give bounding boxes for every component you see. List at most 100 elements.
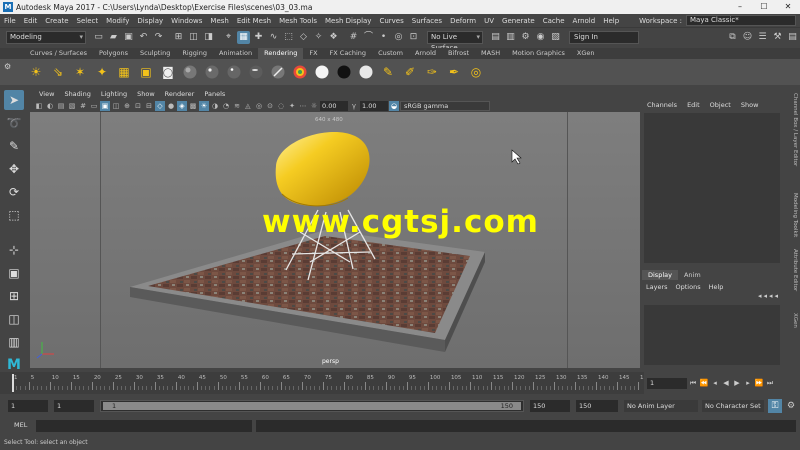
- shelf-tab-animation[interactable]: Animation: [213, 48, 258, 59]
- menu-windows[interactable]: Windows: [167, 17, 206, 25]
- tool-settings-icon[interactable]: ⚒: [771, 31, 784, 44]
- textured-icon[interactable]: ▩: [188, 101, 198, 111]
- material-phong-icon[interactable]: [226, 64, 242, 80]
- menu-mesh-tools[interactable]: Mesh Tools: [275, 17, 321, 25]
- ipr-render-icon[interactable]: ✑: [424, 64, 440, 80]
- menu-deform[interactable]: Deform: [446, 17, 480, 25]
- move-tool-icon[interactable]: ✥: [4, 159, 24, 179]
- material-black-icon[interactable]: [336, 64, 352, 80]
- shelf-tab-bifrost[interactable]: Bifrost: [442, 48, 475, 59]
- menu-mesh[interactable]: Mesh: [206, 17, 232, 25]
- go-to-start-icon[interactable]: ⏮: [688, 378, 698, 389]
- shadows-icon[interactable]: ◑: [210, 101, 220, 111]
- panel-menu-renderer[interactable]: Renderer: [160, 90, 200, 98]
- snap-grid-icon[interactable]: #: [347, 31, 360, 44]
- channel-menu-object[interactable]: Object: [705, 101, 736, 109]
- shelf-tab-fx-caching[interactable]: FX Caching: [324, 48, 373, 59]
- snap-surface-icon[interactable]: ⊡: [407, 31, 420, 44]
- menu-surfaces[interactable]: Surfaces: [408, 17, 446, 25]
- menuset-dropdown[interactable]: Modeling: [6, 31, 86, 44]
- animation-preferences-icon[interactable]: ⚙: [785, 399, 797, 413]
- time-slider[interactable]: 1 5 10 15 20 25 30 35 40 45 50 55 60 65 70 75 80 85 90 95 10…: [0, 372, 651, 394]
- image-plane-icon[interactable]: ▧: [67, 101, 77, 111]
- render-frame-icon[interactable]: ✐: [402, 64, 418, 80]
- safe-title-icon[interactable]: ⊟: [144, 101, 154, 111]
- material-lambert-icon[interactable]: [182, 64, 198, 80]
- quick-layout-four-icon[interactable]: ⊞: [4, 286, 24, 306]
- play-forwards-icon[interactable]: ▶: [732, 378, 742, 389]
- shelf-tab-custom[interactable]: Custom: [372, 48, 409, 59]
- channel-menu-edit[interactable]: Edit: [682, 101, 705, 109]
- scale-tool-icon[interactable]: ⬚: [4, 205, 24, 225]
- shelf-tab-rigging[interactable]: Rigging: [176, 48, 213, 59]
- playback-end-field[interactable]: 150: [530, 400, 570, 412]
- light-area-icon[interactable]: ▦: [116, 64, 132, 80]
- maximize-icon[interactable]: ☐: [752, 0, 776, 14]
- light-sun-icon[interactable]: ☀: [28, 64, 44, 80]
- motion-blur-icon[interactable]: ≋: [232, 101, 242, 111]
- channel-menu-show[interactable]: Show: [736, 101, 764, 109]
- shelf-tab-xgen[interactable]: XGen: [571, 48, 601, 59]
- select-object-icon[interactable]: ◫: [187, 31, 200, 44]
- material-blinn-icon[interactable]: [204, 64, 220, 80]
- close-icon[interactable]: ✕: [776, 0, 800, 14]
- ipr-icon[interactable]: ▥: [504, 31, 517, 44]
- move-layer-down-icon[interactable]: ◂: [763, 292, 767, 300]
- shelf-tab-arnold[interactable]: Arnold: [409, 48, 442, 59]
- snap-tool-icon[interactable]: ⊹: [4, 240, 24, 260]
- menu-edit-mesh[interactable]: Edit Mesh: [233, 17, 275, 25]
- modeling-toolkit-icon[interactable]: ⧉: [726, 31, 739, 44]
- menu-help[interactable]: Help: [599, 17, 623, 25]
- quick-layout-outliner-icon[interactable]: ▥: [4, 332, 24, 352]
- gamma-field[interactable]: 1.00: [360, 100, 388, 111]
- layer-list[interactable]: [644, 305, 780, 365]
- light-spot-icon[interactable]: ✦: [94, 64, 110, 80]
- bookmarks-icon[interactable]: ▤: [56, 101, 66, 111]
- shelf-tab-motion-graphics[interactable]: Motion Graphics: [506, 48, 571, 59]
- exposure-icon[interactable]: ☼: [309, 101, 319, 111]
- select-camera-icon[interactable]: ◧: [34, 101, 44, 111]
- screen-space-ao-icon[interactable]: ◔: [221, 101, 231, 111]
- safe-action-icon[interactable]: ⊡: [133, 101, 143, 111]
- xray-components-icon[interactable]: ⋯: [298, 101, 308, 111]
- xray-joints-icon[interactable]: ✦: [287, 101, 297, 111]
- menu-mesh-display[interactable]: Mesh Display: [321, 17, 375, 25]
- select-deformations-icon[interactable]: ◇: [297, 31, 310, 44]
- menu-arnold[interactable]: Arnold: [569, 17, 600, 25]
- step-forward-key-icon[interactable]: ⏩: [754, 378, 764, 389]
- select-curves-icon[interactable]: ∿: [267, 31, 280, 44]
- channel-menu-channels[interactable]: Channels: [642, 101, 682, 109]
- menu-curves[interactable]: Curves: [375, 17, 407, 25]
- time-slider-track[interactable]: 1 5 10 15 20 25 30 35 40 45 50 55 60 65 70 75 80 85 90 95 10…: [10, 374, 651, 392]
- menu-cache[interactable]: Cache: [539, 17, 569, 25]
- shelf-tab-rendering[interactable]: Rendering: [258, 48, 304, 59]
- mel-label[interactable]: MEL: [14, 421, 27, 429]
- select-surfaces-icon[interactable]: ⬚: [282, 31, 295, 44]
- new-layer-selected-icon[interactable]: ◂: [774, 292, 778, 300]
- quick-layout-two-icon[interactable]: ◫: [4, 309, 24, 329]
- field-chart-icon[interactable]: ⊕: [122, 101, 132, 111]
- render-settings-icon[interactable]: ⚙: [519, 31, 532, 44]
- resolution-gate-icon[interactable]: ▣: [100, 100, 110, 111]
- material-gray-icon[interactable]: [358, 64, 374, 80]
- anti-aliasing-icon[interactable]: ◬: [243, 101, 253, 111]
- film-gate-icon[interactable]: ▭: [89, 101, 99, 111]
- channel-box-body[interactable]: [644, 113, 780, 263]
- menu-file[interactable]: File: [0, 17, 20, 25]
- new-layer-icon[interactable]: ◂: [769, 292, 773, 300]
- tab-anim[interactable]: Anim: [678, 270, 707, 280]
- layer-menu-layers[interactable]: Layers: [642, 283, 672, 293]
- live-surface-dropdown[interactable]: No Live Surface: [427, 31, 483, 52]
- shelf-tab-polygons[interactable]: Polygons: [93, 48, 134, 59]
- save-scene-icon[interactable]: ▣: [122, 31, 135, 44]
- character-set-dropdown[interactable]: No Character Set: [702, 400, 764, 412]
- current-frame-marker[interactable]: [12, 374, 14, 392]
- select-handles-icon[interactable]: ▦: [237, 31, 250, 44]
- step-back-frame-icon[interactable]: ◂: [710, 378, 720, 389]
- gate-mask-icon[interactable]: ◫: [111, 101, 121, 111]
- attribute-editor-icon[interactable]: ☰: [756, 31, 769, 44]
- material-shading-icon[interactable]: [270, 64, 286, 80]
- depth-of-field-icon[interactable]: ◎: [254, 101, 264, 111]
- wireframe-icon[interactable]: ◇: [155, 100, 165, 111]
- gamma-icon[interactable]: γ: [349, 101, 359, 111]
